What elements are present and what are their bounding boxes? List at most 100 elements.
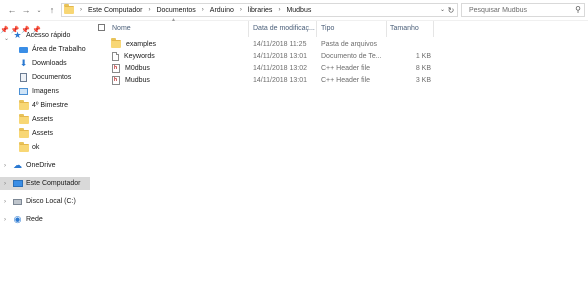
expand-chevron-icon[interactable]: ›: [4, 217, 6, 223]
folder-icon: [18, 113, 29, 125]
file-name-cell: Keywords: [112, 50, 155, 62]
network-icon: ◉: [13, 214, 22, 224]
search-input[interactable]: [462, 4, 569, 16]
breadcrumb-arduino[interactable]: Arduino: [210, 7, 234, 14]
nav-item-label: Rede: [26, 216, 43, 223]
file-row[interactable]: examples 14/11/2018 11:25 Pasta de arqui…: [98, 38, 408, 50]
download-icon: ⬇: [19, 58, 28, 68]
nav-item-label: Disco Local (C:): [26, 198, 76, 205]
file-type: C++ Header file: [321, 64, 371, 72]
nav-item-documents[interactable]: Documentos: [18, 71, 71, 84]
folder-icon: [18, 127, 29, 139]
column-header-type[interactable]: Tipo: [321, 21, 334, 36]
expand-chevron-icon[interactable]: ›: [4, 163, 6, 169]
nav-item-folder[interactable]: 4º Bimestre: [18, 99, 68, 112]
column-divider[interactable]: [386, 21, 387, 37]
nav-item-label: Este Computador: [26, 180, 81, 187]
breadcrumb-separator-icon[interactable]: ›: [240, 7, 242, 13]
sort-arrow-icon: ▲: [171, 17, 176, 23]
nav-item-onedrive[interactable]: ☁ OneDrive: [12, 159, 56, 172]
back-arrow-icon[interactable]: ←: [6, 4, 18, 16]
documents-icon: [18, 72, 29, 83]
nav-item-label: Imagens: [32, 88, 59, 95]
nav-item-pictures[interactable]: Imagens: [18, 85, 59, 98]
breadcrumb-separator-icon[interactable]: ›: [148, 7, 150, 13]
nav-item-label: ok: [32, 144, 40, 151]
breadcrumb-separator-icon[interactable]: ›: [278, 7, 280, 13]
navigation-pane: ⌄ ★ Acesso rápido Área de Trabalho 📌 ⬇ D…: [0, 26, 92, 300]
file-type: Pasta de arquivos: [321, 40, 378, 48]
nav-item-this-pc[interactable]: Este Computador: [0, 177, 90, 190]
file-row[interactable]: Keywords 14/11/2018 13:01 Documento de T…: [98, 50, 431, 62]
nav-item-folder[interactable]: ok: [18, 141, 39, 154]
cloud-icon: ☁: [13, 160, 22, 170]
folder-icon: [64, 4, 74, 14]
file-date: 14/11/2018 13:01: [253, 76, 307, 84]
nav-item-quick-access[interactable]: ★ Acesso rápido: [12, 29, 70, 42]
breadcrumb-separator-icon[interactable]: ›: [202, 7, 204, 13]
nav-item-label: OneDrive: [26, 162, 56, 169]
breadcrumb-libraries[interactable]: libraries: [248, 7, 273, 14]
nav-item-label: Documentos: [32, 74, 72, 81]
star-icon: ★: [13, 30, 22, 40]
text-document-icon: [112, 51, 119, 61]
file-name: Mudbus: [125, 76, 150, 84]
nav-item-label: Área de Trabalho: [32, 46, 86, 53]
file-date: 14/11/2018 13:02: [253, 64, 307, 72]
file-date: 14/11/2018 11:25: [253, 40, 307, 48]
nav-item-folder[interactable]: Assets: [18, 113, 53, 126]
desktop-icon: [18, 44, 29, 55]
file-name: examples: [126, 40, 156, 48]
select-all-checkbox[interactable]: [98, 24, 105, 31]
expand-chevron-icon[interactable]: ›: [4, 199, 6, 205]
address-dropdown-chevron-icon[interactable]: ⌄: [440, 6, 445, 13]
file-size: 1 KB: [415, 52, 431, 60]
pictures-icon: [18, 86, 29, 97]
file-size: [398, 38, 431, 50]
file-size: 8 KB: [415, 64, 431, 72]
column-divider[interactable]: [248, 21, 249, 37]
nav-item-local-disk[interactable]: Disco Local (C:): [12, 195, 76, 208]
column-divider[interactable]: [316, 21, 317, 37]
nav-item-downloads[interactable]: ⬇ Downloads: [18, 57, 67, 70]
address-bar[interactable]: › Este Computador › Documentos › Arduino…: [61, 3, 458, 17]
nav-item-label: Acesso rápido: [26, 32, 71, 39]
nav-item-desktop[interactable]: Área de Trabalho: [18, 43, 86, 56]
column-header-size[interactable]: Tamanho: [390, 21, 419, 36]
file-row[interactable]: h Mudbus 14/11/2018 13:01 C++ Header fil…: [98, 74, 431, 86]
nav-item-label: Assets: [32, 116, 54, 123]
nav-item-label: Assets: [32, 130, 54, 137]
file-name-cell: h Mudbus: [112, 74, 150, 86]
nav-item-label: 4º Bimestre: [32, 102, 69, 109]
nav-item-network[interactable]: ◉ Rede: [12, 213, 43, 226]
column-header-name[interactable]: Nome: [112, 21, 131, 36]
breadcrumb-este-computador[interactable]: Este Computador: [88, 7, 142, 14]
file-name: M0dbus: [125, 64, 150, 72]
recent-locations-chevron-icon[interactable]: ⌄: [33, 4, 45, 16]
refresh-icon[interactable]: ↻: [446, 5, 456, 15]
file-size: 3 KB: [415, 76, 431, 84]
folder-icon: [111, 38, 121, 48]
file-type: C++ Header file: [321, 76, 371, 84]
folder-icon: [18, 141, 29, 153]
expand-chevron-icon[interactable]: ›: [4, 181, 6, 187]
folder-icon: [18, 99, 29, 111]
column-header-date[interactable]: Data de modificaç...: [253, 21, 315, 36]
breadcrumb-documentos[interactable]: Documentos: [156, 7, 195, 14]
file-name-cell: examples: [111, 38, 156, 50]
up-arrow-icon[interactable]: ↑: [46, 4, 58, 16]
nav-item-label: Downloads: [32, 60, 67, 67]
drive-icon: [12, 196, 23, 207]
column-divider[interactable]: [433, 21, 434, 37]
file-name-cell: h M0dbus: [112, 62, 150, 74]
breadcrumb-mudbus[interactable]: Mudbus: [286, 7, 311, 14]
search-box[interactable]: ⚲: [461, 3, 585, 17]
pin-icon[interactable]: 📌: [0, 27, 9, 34]
file-date: 14/11/2018 13:01: [253, 52, 307, 60]
forward-arrow-icon[interactable]: →: [20, 4, 32, 16]
breadcrumb-separator-icon[interactable]: ›: [80, 7, 82, 13]
expand-chevron-icon[interactable]: ⌄: [4, 35, 9, 42]
file-row[interactable]: h M0dbus 14/11/2018 13:02 C++ Header fil…: [98, 62, 431, 74]
cpp-header-icon: h: [112, 63, 120, 73]
nav-item-folder[interactable]: Assets: [18, 127, 53, 140]
